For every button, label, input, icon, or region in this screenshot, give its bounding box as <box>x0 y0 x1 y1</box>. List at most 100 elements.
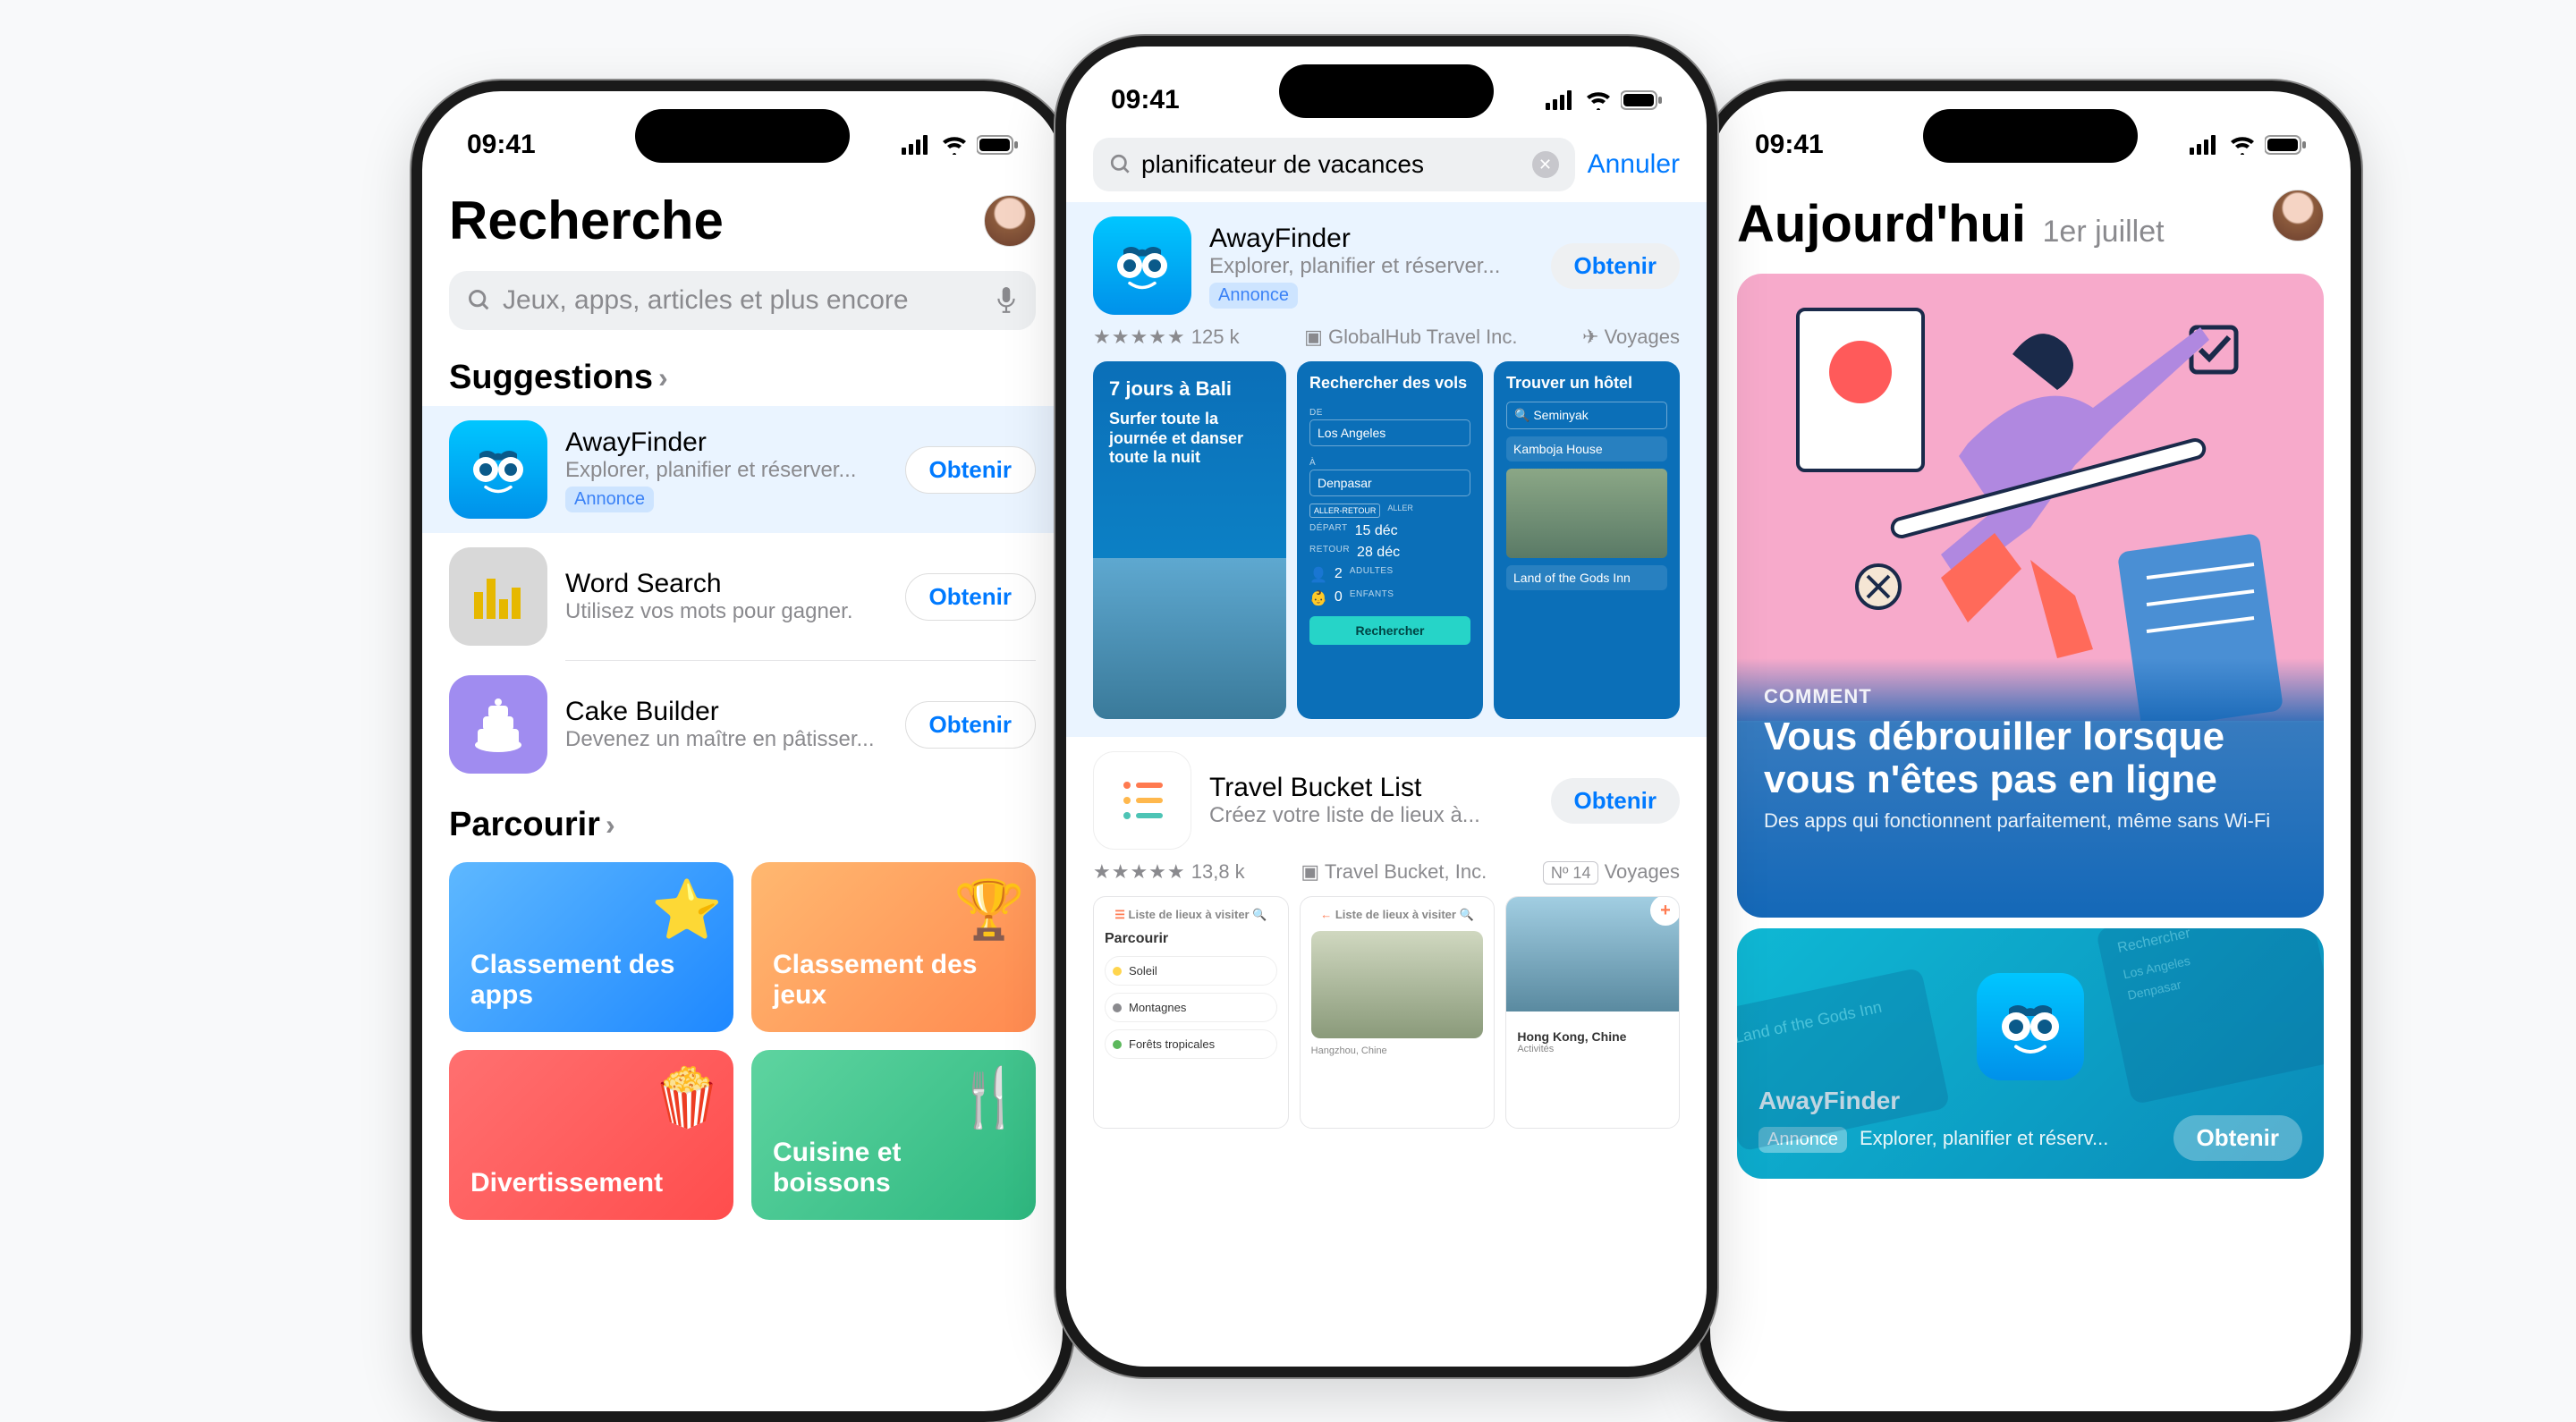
pagoda-image <box>1311 931 1484 1038</box>
app-description: Créez votre liste de lieux à... <box>1209 803 1533 828</box>
status-time: 09:41 <box>467 130 536 160</box>
app-icon-bucketlist <box>1093 751 1191 850</box>
search-icon <box>1109 153 1132 176</box>
story-subtitle: Des apps qui fonctionnent parfaitement, … <box>1764 809 2297 833</box>
suggestion-cakebuilder[interactable]: Cake Builder Devenez un maître en pâtiss… <box>422 661 1063 788</box>
tile-food-drinks[interactable]: 🍴 Cuisine et boissons <box>751 1050 1036 1220</box>
today-date: 1er juillet <box>2043 215 2165 249</box>
cell-signal-icon <box>2190 135 2220 155</box>
preview-browse: ☰ Liste de lieux à visiter 🔍 Parcourir S… <box>1093 896 1289 1129</box>
promo-description: Explorer, planifier et réserv... <box>1860 1127 2161 1150</box>
search-result-bucketlist[interactable]: Travel Bucket List Créez votre liste de … <box>1066 737 1707 1129</box>
adult-icon: 👤 <box>1309 566 1327 584</box>
promo-card-awayfinder[interactable]: Land of the Gods Inn Rechercher Los Ange… <box>1737 928 2324 1179</box>
add-button: + <box>1650 896 1680 926</box>
wifi-icon <box>2229 135 2256 155</box>
battery-icon <box>2265 135 2306 155</box>
battery-icon <box>1621 90 1662 110</box>
clear-button[interactable]: ✕ <box>1532 151 1559 178</box>
tile-entertainment[interactable]: 🍿 Divertissement <box>449 1050 733 1220</box>
star-icon: ★★★★★ <box>1093 326 1186 348</box>
status-icons <box>1546 90 1662 110</box>
get-button[interactable]: Obtenir <box>905 701 1036 749</box>
app-description: Explorer, planifier et réserver... <box>565 458 887 483</box>
ad-badge: Annonce <box>1209 283 1298 309</box>
get-button[interactable]: Obtenir <box>1551 243 1680 289</box>
browse-header[interactable]: Parcourir › <box>422 788 1063 853</box>
app-name: Word Search <box>565 569 887 599</box>
status-icons <box>2190 135 2306 155</box>
search-icon <box>467 288 492 313</box>
avatar[interactable] <box>2272 190 2324 241</box>
app-description: Devenez un maître en pâtisser... <box>565 727 887 752</box>
app-icon-cakebuilder <box>449 675 547 774</box>
wifi-icon <box>941 135 968 155</box>
phone-search-tab: 09:41 Recherche Jeux, apps, articles et … <box>411 80 1073 1422</box>
star-icon: ★★★★★ <box>1093 860 1186 883</box>
status-icons <box>902 135 1018 155</box>
cancel-button[interactable]: Annuler <box>1588 149 1680 180</box>
preview-screenshots[interactable]: 7 jours à Bali Surfer toute la journée e… <box>1093 361 1680 719</box>
runner-illustration <box>1737 274 2324 721</box>
bars-icon <box>467 565 530 628</box>
plane-icon: ✈ <box>1582 326 1598 348</box>
suggestions-header[interactable]: Suggestions › <box>422 341 1063 406</box>
binoculars-icon <box>467 438 530 501</box>
person-icon: ▣ <box>1301 860 1319 883</box>
suggestion-awayfinder[interactable]: AwayFinder Explorer, planifier et réserv… <box>422 406 1063 533</box>
category: ✈ Voyages <box>1582 326 1680 349</box>
meta-row: ★★★★★ 13,8 k ▣ Travel Bucket, Inc. Nº 14… <box>1093 850 1680 896</box>
page-title: Aujourd'hui <box>1737 195 2026 253</box>
preview-hangzhou: ← Liste de lieux à visiter 🔍 Hangzhou, C… <box>1300 896 1496 1129</box>
wifi-icon <box>1585 90 1612 110</box>
phone-search-results: 09:41 planificateur de vacances ✕ Annule… <box>1055 36 1717 1377</box>
rank-category: Nº 14 Voyages <box>1543 860 1680 884</box>
search-icon: 🔍 <box>1514 408 1530 422</box>
tile-top-apps[interactable]: ⭐ Classement des apps <box>449 862 733 1032</box>
get-button[interactable]: Obtenir <box>905 573 1036 621</box>
sun-icon <box>1113 967 1122 976</box>
mic-icon[interactable] <box>995 287 1018 314</box>
get-button[interactable]: Obtenir <box>1551 778 1680 824</box>
search-result-awayfinder[interactable]: AwayFinder Explorer, planifier et réserv… <box>1066 202 1707 737</box>
popcorn-icon: 🍿 <box>651 1064 723 1131</box>
search-icon: 🔍 <box>1252 908 1267 921</box>
suggestion-wordsearch[interactable]: Word Search Utilisez vos mots pour gagne… <box>422 533 1063 660</box>
preview-flights: Rechercher des vols DE Los Angeles À Den… <box>1297 361 1483 719</box>
utensils-icon: 🍴 <box>953 1064 1025 1131</box>
rating: ★★★★★ 13,8 k <box>1093 860 1245 884</box>
search-bar-row: planificateur de vacances ✕ Annuler <box>1066 127 1707 202</box>
search-placeholder: Jeux, apps, articles et plus encore <box>503 285 909 316</box>
phone-today-tab: 09:41 Aujourd'hui 1er juillet <box>1699 80 2361 1422</box>
tile-top-games[interactable]: 🏆 Classement des jeux <box>751 862 1036 1032</box>
today-header: Aujourd'hui 1er juillet <box>1710 172 2351 263</box>
battery-icon <box>977 135 1018 155</box>
search-flights-button: Rechercher <box>1309 616 1470 645</box>
app-name: AwayFinder <box>1209 224 1533 254</box>
developer: ▣ Travel Bucket, Inc. <box>1301 860 1487 884</box>
checklist-icon <box>1111 769 1174 832</box>
app-name: Travel Bucket List <box>1209 773 1533 803</box>
page-title: Recherche <box>449 190 724 251</box>
preview-hongkong: + Hong Kong, Chine Activités <box>1505 896 1680 1129</box>
app-description: Utilisez vos mots pour gagner. <box>565 599 887 624</box>
app-icon-awayfinder <box>1977 973 2084 1080</box>
cake-icon <box>467 693 530 756</box>
rating: ★★★★★ 125 k <box>1093 326 1240 349</box>
search-input[interactable]: Jeux, apps, articles et plus encore <box>449 271 1036 330</box>
developer: ▣ GlobalHub Travel Inc. <box>1304 326 1517 349</box>
story-card-offline[interactable]: COMMENT Vous débrouiller lorsque vous n'… <box>1737 274 2324 918</box>
dynamic-island <box>635 109 850 163</box>
story-illustration <box>1737 274 2324 721</box>
mountain-icon <box>1113 1003 1122 1012</box>
app-name: Cake Builder <box>565 697 887 727</box>
app-info: AwayFinder Explorer, planifier et réserv… <box>1209 224 1533 309</box>
search-input[interactable]: planificateur de vacances ✕ <box>1093 138 1575 191</box>
harbor-image: + <box>1505 896 1680 1011</box>
person-icon: ▣ <box>1304 326 1323 348</box>
preview-screenshots[interactable]: ☰ Liste de lieux à visiter 🔍 Parcourir S… <box>1093 896 1680 1129</box>
avatar[interactable] <box>984 195 1036 247</box>
get-button[interactable]: Obtenir <box>905 446 1036 494</box>
app-icon-wordsearch <box>449 547 547 646</box>
app-info: Travel Bucket List Créez votre liste de … <box>1209 773 1533 828</box>
